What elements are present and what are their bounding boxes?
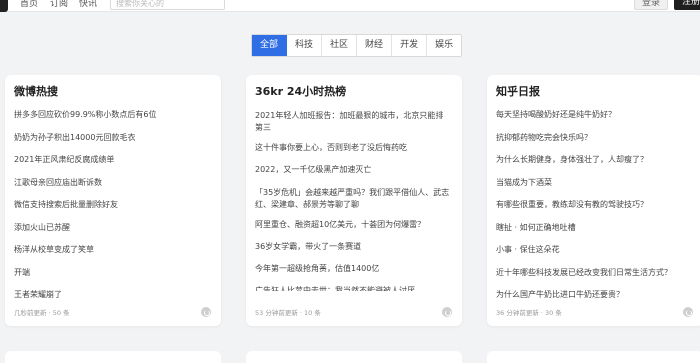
list-item[interactable]: 当猫成为下酒菜 <box>496 178 691 188</box>
hot-list: 拼多多回应砍价99.9%称小数点后有6位 奶奶为孙子积出14000元回款毛衣 2… <box>14 110 209 300</box>
list-item[interactable]: 这十件事你要上心，否则到老了没后悔药吃 <box>255 143 450 153</box>
refresh-icon[interactable] <box>201 307 211 317</box>
list-item[interactable]: 2021年轻人加班报告：加班最狠的城市，北京只能排第三 <box>255 110 450 134</box>
hot-list: 每天坚持喝酸奶好还是纯牛奶好？ 抗抑郁药物吃完会快乐吗？ 为什么长期健身，身体强… <box>496 110 691 300</box>
card-title[interactable]: 知乎日报 <box>496 85 540 99</box>
list-item[interactable]: 瞎扯 · 如何正确地吐槽 <box>496 223 691 233</box>
list-item[interactable]: 阿里重仓、融资超10亿美元，十荟团为何爆雷？ <box>255 220 450 230</box>
nav-flash-news[interactable]: 快讯 <box>79 0 97 10</box>
search-input[interactable]: 搜索你关心的 <box>110 0 225 10</box>
list-item[interactable]: 广告狂人比苹中去世：我当然不能避被人讨厌 <box>255 286 450 291</box>
top-nav-bar: 首页 订阅 快讯 搜索你关心的 登录 注册 <box>0 0 700 12</box>
list-item[interactable]: 杨洋从校草变成了笑草 <box>14 245 209 255</box>
card-title[interactable]: 36kr 24小时热榜 <box>255 85 346 99</box>
list-item[interactable]: 2021年正风肃纪反腐成绩单 <box>14 155 209 165</box>
card-weibo-hot: 微博热搜 拼多多回应砍价99.9%称小数点后有6位 奶奶为孙子积出14000元回… <box>5 75 221 326</box>
card-zhihu-daily: 知乎日报 每天坚持喝酸奶好还是纯牛奶好？ 抗抑郁药物吃完会快乐吗？ 为什么长期健… <box>487 75 700 326</box>
list-item[interactable]: 江歌母亲回应庙出断诉数 <box>14 178 209 188</box>
refresh-icon[interactable] <box>442 307 452 317</box>
card-36kr-hot: 36kr 24小时热榜 2021年轻人加班报告：加班最狠的城市，北京只能排第三 … <box>246 75 462 326</box>
list-item[interactable]: 拼多多回应砍价99.9%称小数点后有6位 <box>14 110 209 120</box>
update-status: 36 分钟前更新 · 30 条 <box>496 309 562 317</box>
update-status: 53 分钟前更新 · 10 条 <box>255 309 321 317</box>
list-item[interactable]: 36岁女学霸，带火了一条赛道 <box>255 242 450 252</box>
logo-icon[interactable] <box>0 0 8 12</box>
refresh-icon[interactable] <box>683 307 693 317</box>
list-item[interactable]: 小事 · 保住这朵花 <box>496 245 691 255</box>
tab-entertainment[interactable]: 娱乐 <box>427 35 462 56</box>
list-item[interactable]: 每天坚持喝酸奶好还是纯牛奶好？ <box>496 110 691 120</box>
card-next-row <box>5 351 221 363</box>
signup-button[interactable]: 注册 <box>674 0 700 10</box>
tab-finance[interactable]: 财经 <box>357 35 393 56</box>
list-item[interactable]: 王者荣耀崩了 <box>14 290 209 300</box>
list-item[interactable]: 有哪些很重要，教练却没有教的驾驶技巧？ <box>496 200 691 210</box>
list-item[interactable]: 近十年哪些科技发展已经改变我们日常生活方式？ <box>496 268 691 278</box>
tab-community[interactable]: 社区 <box>322 35 358 56</box>
category-tabs: 全部 科技 社区 财经 开发 娱乐 <box>251 34 463 57</box>
list-item[interactable]: 「35岁危机」会越来越严重吗？我们跟平借仙人、武志红、梁建章、郝景芳等聊了聊 <box>255 187 450 211</box>
hot-list: 2021年轻人加班报告：加班最狠的城市，北京只能排第三 这十件事你要上心，否则到… <box>255 110 450 291</box>
list-item[interactable]: 开端 <box>14 268 209 278</box>
card-next-row <box>487 351 700 363</box>
list-item[interactable]: 为什么长期健身，身体强壮了，人却瘦了？ <box>496 155 691 165</box>
nav-home[interactable]: 首页 <box>20 0 38 10</box>
list-item[interactable]: 2022，又一千亿级黑产加速灭亡 <box>255 165 450 175</box>
list-item[interactable]: 添加火山已苏醒 <box>14 223 209 233</box>
card-title[interactable]: 微博热搜 <box>14 85 58 99</box>
list-item[interactable]: 为什么国产牛奶比进口牛奶还要贵？ <box>496 290 691 300</box>
list-item[interactable]: 抗抑郁药物吃完会快乐吗？ <box>496 133 691 143</box>
list-item[interactable]: 奶奶为孙子积出14000元回款毛衣 <box>14 133 209 143</box>
card-next-row <box>246 351 462 363</box>
nav-subscribe[interactable]: 订阅 <box>50 0 68 10</box>
tab-dev[interactable]: 开发 <box>392 35 428 56</box>
tab-tech[interactable]: 科技 <box>287 35 323 56</box>
list-item[interactable]: 微信支持搜索后批量删除好友 <box>14 200 209 210</box>
list-item[interactable]: 今年第一超级抢角蒉，估值1400亿 <box>255 264 450 274</box>
login-button[interactable]: 登录 <box>634 0 668 10</box>
update-status: 几秒前更新 · 50 条 <box>14 309 70 317</box>
tab-all[interactable]: 全部 <box>252 35 288 56</box>
